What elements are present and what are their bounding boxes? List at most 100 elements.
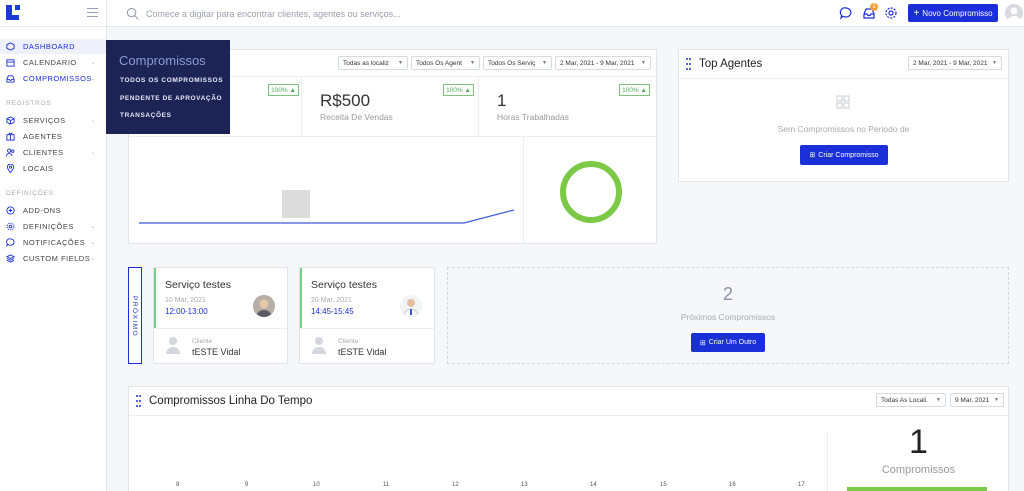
appointment-card[interactable]: Serviço testes 20 Mar, 2021 14:45-15:45 … xyxy=(299,267,435,364)
stat-percent-badge: 100% ▲ xyxy=(619,84,650,96)
sidebar-item-locais[interactable]: LOCAIS xyxy=(0,161,106,176)
search-input[interactable] xyxy=(146,6,546,21)
divider xyxy=(154,328,287,329)
sidebar-item-notificacoes[interactable]: NOTIFICAÇÕES ⌄ xyxy=(0,235,106,250)
sidebar-item-servicos[interactable]: SERVIÇOS ⌄ xyxy=(0,113,106,128)
timeline-tick: 9 xyxy=(245,482,249,488)
plus-square-icon: ⊞ xyxy=(809,152,816,159)
timeline-location-filter[interactable]: Todas As Locali. ▼ xyxy=(876,393,946,407)
divider xyxy=(523,136,524,243)
location-filter-label: Todas as localiz xyxy=(343,59,389,67)
chevron-down-icon: ▼ xyxy=(542,60,547,66)
sidebar-item-agentes[interactable]: AGENTES xyxy=(0,129,106,144)
chat-icon[interactable] xyxy=(839,6,853,20)
inbox-icon xyxy=(6,75,15,83)
service-filter[interactable]: Todos Os Serviç ▼ xyxy=(483,56,552,70)
chevron-down-icon: ⌄ xyxy=(90,60,96,66)
chevron-down-icon: ⌄ xyxy=(90,240,96,246)
divider xyxy=(827,432,828,491)
chevron-down-icon: ⌄ xyxy=(90,224,96,230)
chevron-down-icon: ⌄ xyxy=(90,118,96,124)
sidebar-item-add-ons[interactable]: ADD-ONS xyxy=(0,203,106,218)
create-appointment-button[interactable]: ⊞ Criar Compromisso xyxy=(800,145,888,165)
sidebar-item-clientes[interactable]: CLIENTES ⌄ xyxy=(0,145,106,160)
agent-avatar[interactable] xyxy=(253,295,275,317)
timeline-tick: 11 xyxy=(383,482,390,488)
agent-filter[interactable]: Todos Os Agent ▼ xyxy=(411,56,480,70)
client-avatar-icon xyxy=(312,337,326,354)
timeline-date-filter[interactable]: 9 Mar, 2021 ▼ xyxy=(950,393,1004,407)
upcoming-label: Próximos Compromissos xyxy=(680,312,776,322)
dashboard-icon xyxy=(6,42,15,51)
hours-value: 1 xyxy=(497,91,507,110)
sidebar-item-label: CALENDARIO xyxy=(23,58,77,67)
upcoming-count: 2 xyxy=(722,284,733,304)
sidebar-item-label: SERVIÇOS xyxy=(23,116,66,125)
timeline-tick: 12 xyxy=(452,482,459,488)
location-filter[interactable]: Todas as localiz ▼ xyxy=(338,56,408,70)
plus-circle-icon xyxy=(6,206,15,215)
upcoming-appointments-box: 2 Próximos Compromissos ⊞ Criar Um Outro xyxy=(447,267,1009,364)
submenu-item-pending[interactable]: PENDENTE DE APROVAÇÃO xyxy=(120,95,222,102)
appointment-card[interactable]: Serviço testes 10 Mar, 2021 12:00-13:00 … xyxy=(153,267,288,364)
timeline-tick: 8 xyxy=(176,482,180,488)
date-range-filter[interactable]: 2 Mar, 2021 - 9 Mar, 2021 ▼ xyxy=(555,56,651,70)
top-agents-title: Top Agentes xyxy=(699,58,763,70)
divider xyxy=(129,415,1008,416)
create-another-button[interactable]: ⊞ Criar Um Outro xyxy=(691,333,765,352)
agent-avatar[interactable] xyxy=(400,295,422,317)
new-appointment-button[interactable]: + Novo Compromisso xyxy=(908,4,998,22)
gear-icon[interactable] xyxy=(884,6,898,20)
stat-percent-badge: 100% ▲ xyxy=(443,84,474,96)
calendar-icon xyxy=(6,59,15,67)
menu-toggle-icon[interactable] xyxy=(87,8,98,17)
avatar[interactable] xyxy=(1005,4,1023,22)
sidebar-item-label: DASHBOARD xyxy=(23,42,76,51)
section-registros: REGISTROS xyxy=(6,100,52,107)
sidebar-item-label: CUSTOM FIELDS xyxy=(23,254,91,263)
sidebar: DASHBOARD CALENDARIO ⌄ COMPROMISSOS ⌄ RE… xyxy=(0,27,106,491)
chart-line xyxy=(139,209,515,224)
appointment-time: 14:45-15:45 xyxy=(311,307,354,316)
gear-icon xyxy=(6,222,15,231)
proximo-label: PRÓXIMO xyxy=(131,296,138,338)
sidebar-item-calendario[interactable]: CALENDARIO ⌄ xyxy=(0,55,106,70)
chevron-down-icon: ▼ xyxy=(470,60,475,66)
client-avatar-icon xyxy=(166,337,180,354)
revenue-value: R$500 xyxy=(320,91,371,110)
date-range-label: 2 Mar, 2021 - 9 Mar, 2021 xyxy=(560,59,635,67)
hours-label: Horas Trabalhadas xyxy=(497,112,569,122)
chevron-down-icon: ▼ xyxy=(994,397,999,403)
top-agents-card: Top Agentes 2 Mar, 2021 - 9 Mar, 2021 ▼ S… xyxy=(678,49,1009,182)
top-agents-date-filter[interactable]: 2 Mar, 2021 - 9 Mar, 2021 ▼ xyxy=(908,56,1002,70)
sidebar-item-label: DEFINIÇÕES xyxy=(23,222,74,231)
date-range-label: 2 Mar, 2021 - 9 Mar, 2021 xyxy=(913,59,988,67)
status-accent xyxy=(300,268,302,328)
sidebar-item-custom-fields[interactable]: CUSTOM FIELDS ⌄ xyxy=(0,251,106,266)
submenu-item-transactions[interactable]: TRANSAÇÕES xyxy=(120,112,172,119)
submenu-title: Compromissos xyxy=(119,53,206,68)
chevron-down-icon: ▼ xyxy=(398,60,403,66)
logo[interactable] xyxy=(6,5,22,21)
submenu-item-all[interactable]: TODOS OS COMPROMISSOS xyxy=(120,77,223,84)
sidebar-item-label: AGENTES xyxy=(23,132,63,141)
proximo-tab[interactable]: PRÓXIMO xyxy=(128,267,142,364)
sidebar-item-compromissos[interactable]: COMPROMISSOS ⌄ xyxy=(0,71,106,86)
count-bar xyxy=(847,487,987,491)
layers-icon xyxy=(6,254,15,263)
sidebar-item-label: LOCAIS xyxy=(23,164,54,173)
create-another-label: Criar Um Outro xyxy=(708,339,757,346)
donut-ring xyxy=(560,161,622,223)
box-icon xyxy=(6,116,15,125)
chevron-down-icon: ⌄ xyxy=(90,76,96,82)
sidebar-item-dashboard[interactable]: DASHBOARD xyxy=(0,39,106,54)
line-chart xyxy=(139,190,515,224)
divider xyxy=(129,136,656,137)
divider xyxy=(301,76,302,136)
sidebar-item-definicoes[interactable]: DEFINIÇÕES ⌄ xyxy=(0,219,106,234)
appointment-date: 20 Mar, 2021 xyxy=(311,297,352,304)
compromissos-submenu: Compromissos TODOS OS COMPROMISSOS PENDE… xyxy=(106,40,230,134)
drag-handle-icon[interactable] xyxy=(686,57,691,71)
drag-handle-icon[interactable] xyxy=(136,394,141,408)
timeline-tick: 14 xyxy=(590,482,597,488)
